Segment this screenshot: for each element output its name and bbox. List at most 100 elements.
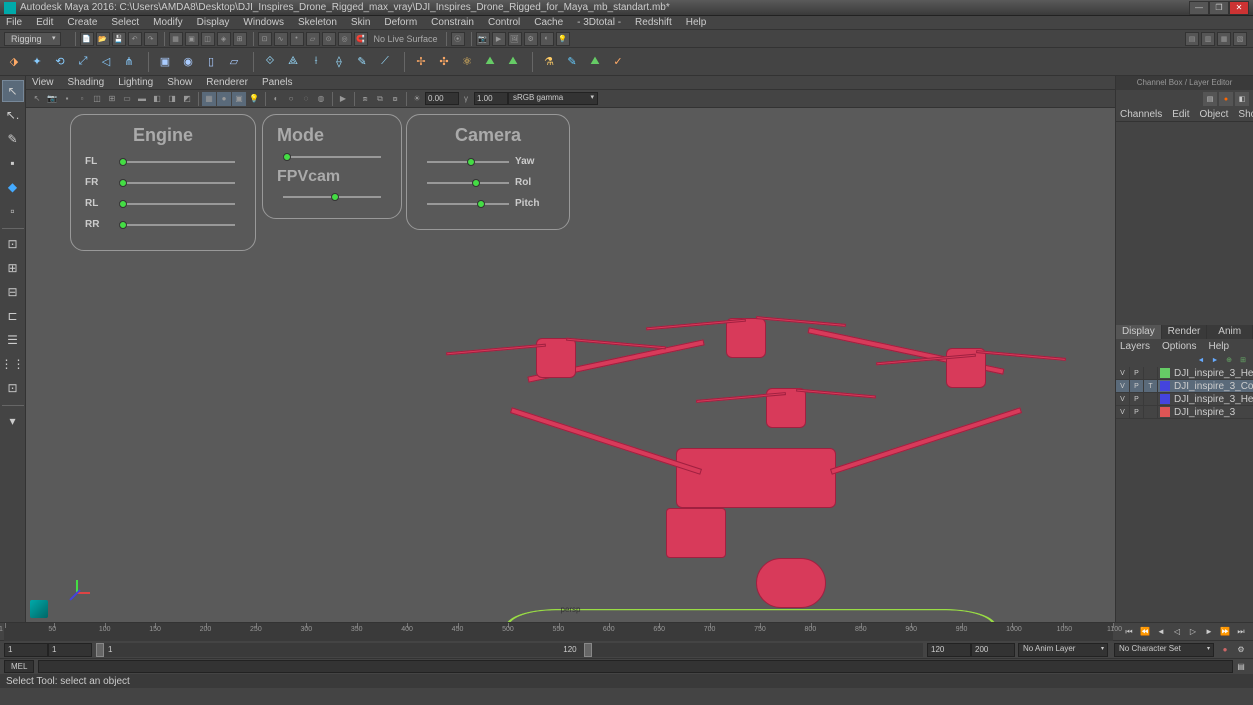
vp-gamma-input[interactable]	[474, 92, 508, 105]
layer-row[interactable]: VPDJI_inspire_3_Helpers	[1116, 367, 1253, 380]
hud-engine-row-rl[interactable]: RL	[85, 198, 241, 209]
tool-e-icon[interactable]: ✎	[352, 52, 372, 72]
vp-film-gate-icon[interactable]: ▭	[120, 92, 134, 106]
panel-toggle-1-icon[interactable]: ▤	[1185, 32, 1199, 46]
rotate-icon[interactable]: ⟲	[50, 52, 70, 72]
vp-menu-panels[interactable]: Panels	[262, 77, 293, 88]
hud-engine-row-fl[interactable]: FL	[85, 156, 241, 167]
cmd-language-label[interactable]: MEL	[4, 660, 34, 673]
open-scene-icon[interactable]: 📂	[96, 32, 110, 46]
panel-toggle-3-icon[interactable]: ▦	[1217, 32, 1231, 46]
soft-icon[interactable]: ◁	[96, 52, 116, 72]
play-fwd-icon[interactable]: ▷	[1186, 625, 1200, 639]
menu-skeleton[interactable]: Skeleton	[298, 17, 337, 28]
range-start-outer[interactable]	[4, 643, 48, 657]
layer-row[interactable]: VPDJI_inspire_3	[1116, 406, 1253, 419]
hud-camera-row-yaw[interactable]: Yaw	[421, 156, 555, 167]
layer-menu-help[interactable]: Help	[1208, 341, 1229, 352]
layer-new-empty-icon[interactable]: ⊕	[1223, 354, 1235, 366]
lattice-icon[interactable]: ⋔	[119, 52, 139, 72]
ipr-icon[interactable]: ▶	[492, 32, 506, 46]
cb-menu-object[interactable]: Object	[1200, 109, 1229, 120]
panel-toggle-2-icon[interactable]: ▥	[1201, 32, 1215, 46]
vp-cam-icon[interactable]: 📷	[45, 92, 59, 106]
play-back-icon[interactable]: ◁	[1170, 625, 1184, 639]
snap-grid-icon[interactable]: ⊡	[258, 32, 272, 46]
tool-n-icon[interactable]: ⛰	[585, 52, 605, 72]
cb-menu-show[interactable]: Show	[1238, 109, 1253, 120]
autokey-icon[interactable]: ●	[1218, 643, 1232, 657]
cyl-icon[interactable]: ▯	[201, 52, 221, 72]
menu-control[interactable]: Control	[488, 17, 520, 28]
prev-key-icon[interactable]: ⏪	[1138, 625, 1152, 639]
vp-exposure-input[interactable]	[425, 92, 459, 105]
prefs-icon[interactable]: ⚙	[1234, 643, 1248, 657]
snap-point-icon[interactable]: •	[290, 32, 304, 46]
close-button[interactable]: ✕	[1229, 1, 1249, 15]
menu-display[interactable]: Display	[197, 17, 230, 28]
layer-new-sel-icon[interactable]: ⊞	[1237, 354, 1249, 366]
tool-a-icon[interactable]: ⟐	[260, 52, 280, 72]
light-icon[interactable]: 💡	[556, 32, 570, 46]
vp-img-plane-icon[interactable]: ▫	[75, 92, 89, 106]
layer-tab-render[interactable]: Render	[1162, 325, 1208, 339]
vp-light-icon[interactable]: 💡	[247, 92, 261, 106]
move-icon[interactable]: ✦	[27, 52, 47, 72]
scale-icon[interactable]: ⤢	[73, 52, 93, 72]
render-settings-icon[interactable]: ⚙	[524, 32, 538, 46]
tool-o-icon[interactable]: ✓	[608, 52, 628, 72]
vp-menu-shading[interactable]: Shading	[68, 77, 105, 88]
undo-icon[interactable]: ↶	[128, 32, 142, 46]
layout-outliner-icon[interactable]: ☰	[2, 329, 24, 351]
menu-dtotal[interactable]: - 3Dtotal -	[577, 17, 621, 28]
vp-gate-mask-icon[interactable]: ◧	[150, 92, 164, 106]
vp-xray-a-icon[interactable]: ⧇	[388, 92, 402, 106]
save-scene-icon[interactable]: 💾	[112, 32, 126, 46]
vp-xray-icon[interactable]: ⧈	[358, 92, 372, 106]
layer-tab-anim[interactable]: Anim	[1207, 325, 1253, 339]
menu-file[interactable]: File	[6, 17, 22, 28]
vp-ao-icon[interactable]: ○	[284, 92, 298, 106]
vp-menu-show[interactable]: Show	[167, 77, 192, 88]
vp-gamma-icon[interactable]: γ	[459, 92, 473, 106]
layout-two-v-icon[interactable]: ⊏	[2, 305, 24, 327]
vp-grid-icon[interactable]: ⊞	[105, 92, 119, 106]
layout-four-icon[interactable]: ⊞	[2, 257, 24, 279]
menu-select[interactable]: Select	[111, 17, 139, 28]
vp-colorspace-select[interactable]: sRGB gamma	[508, 92, 598, 105]
vp-sel-cam-icon[interactable]: ↖	[30, 92, 44, 106]
sel-multi-icon[interactable]: ⊞	[233, 32, 247, 46]
tool-l-icon[interactable]: ⚗	[539, 52, 559, 72]
go-end-icon[interactable]: ⏭	[1234, 625, 1248, 639]
paint-select-tool[interactable]: ✎	[2, 128, 24, 150]
vp-res-gate-icon[interactable]: ▬	[135, 92, 149, 106]
layout-graph-icon[interactable]: ⋮⋮	[2, 353, 24, 375]
layer-move-up-icon[interactable]: ◄	[1195, 354, 1207, 366]
minimize-button[interactable]: —	[1189, 1, 1209, 15]
time-slider[interactable]: 1501001502002503003504004505005506006507…	[0, 622, 1253, 640]
vp-motion-icon[interactable]: ◌	[299, 92, 313, 106]
move-tool[interactable]: ▪	[2, 152, 24, 174]
layer-row[interactable]: VPDJI_inspire_3_Helpers_	[1116, 393, 1253, 406]
tool-m-icon[interactable]: ✎	[562, 52, 582, 72]
tool-f-icon[interactable]: ⟋	[375, 52, 395, 72]
render-icon[interactable]: 📷	[476, 32, 490, 46]
cb-icon-1[interactable]: ▤	[1203, 92, 1217, 106]
range-end-outer[interactable]	[971, 643, 1015, 657]
vp-field-icon[interactable]: ◨	[165, 92, 179, 106]
tool-d-icon[interactable]: ⟠	[329, 52, 349, 72]
lasso-tool[interactable]: ↖.	[2, 104, 24, 126]
shelf-tab-icon[interactable]: ⬗	[4, 52, 24, 72]
plane-icon[interactable]: ▱	[224, 52, 244, 72]
snap-live-icon[interactable]: ◎	[338, 32, 352, 46]
panel-toggle-4-icon[interactable]: ▧	[1233, 32, 1247, 46]
tool-i-icon[interactable]: ⚛	[457, 52, 477, 72]
go-start-icon[interactable]: ⏮	[1122, 625, 1136, 639]
hud-engine-row-fr[interactable]: FR	[85, 177, 241, 188]
snap-center-icon[interactable]: ⊙	[322, 32, 336, 46]
vp-expose-icon[interactable]: ☀	[410, 92, 424, 106]
menu-edit[interactable]: Edit	[36, 17, 53, 28]
menu-redshift[interactable]: Redshift	[635, 17, 672, 28]
range-handle-start[interactable]	[96, 643, 104, 657]
sphere-icon[interactable]: ◉	[178, 52, 198, 72]
